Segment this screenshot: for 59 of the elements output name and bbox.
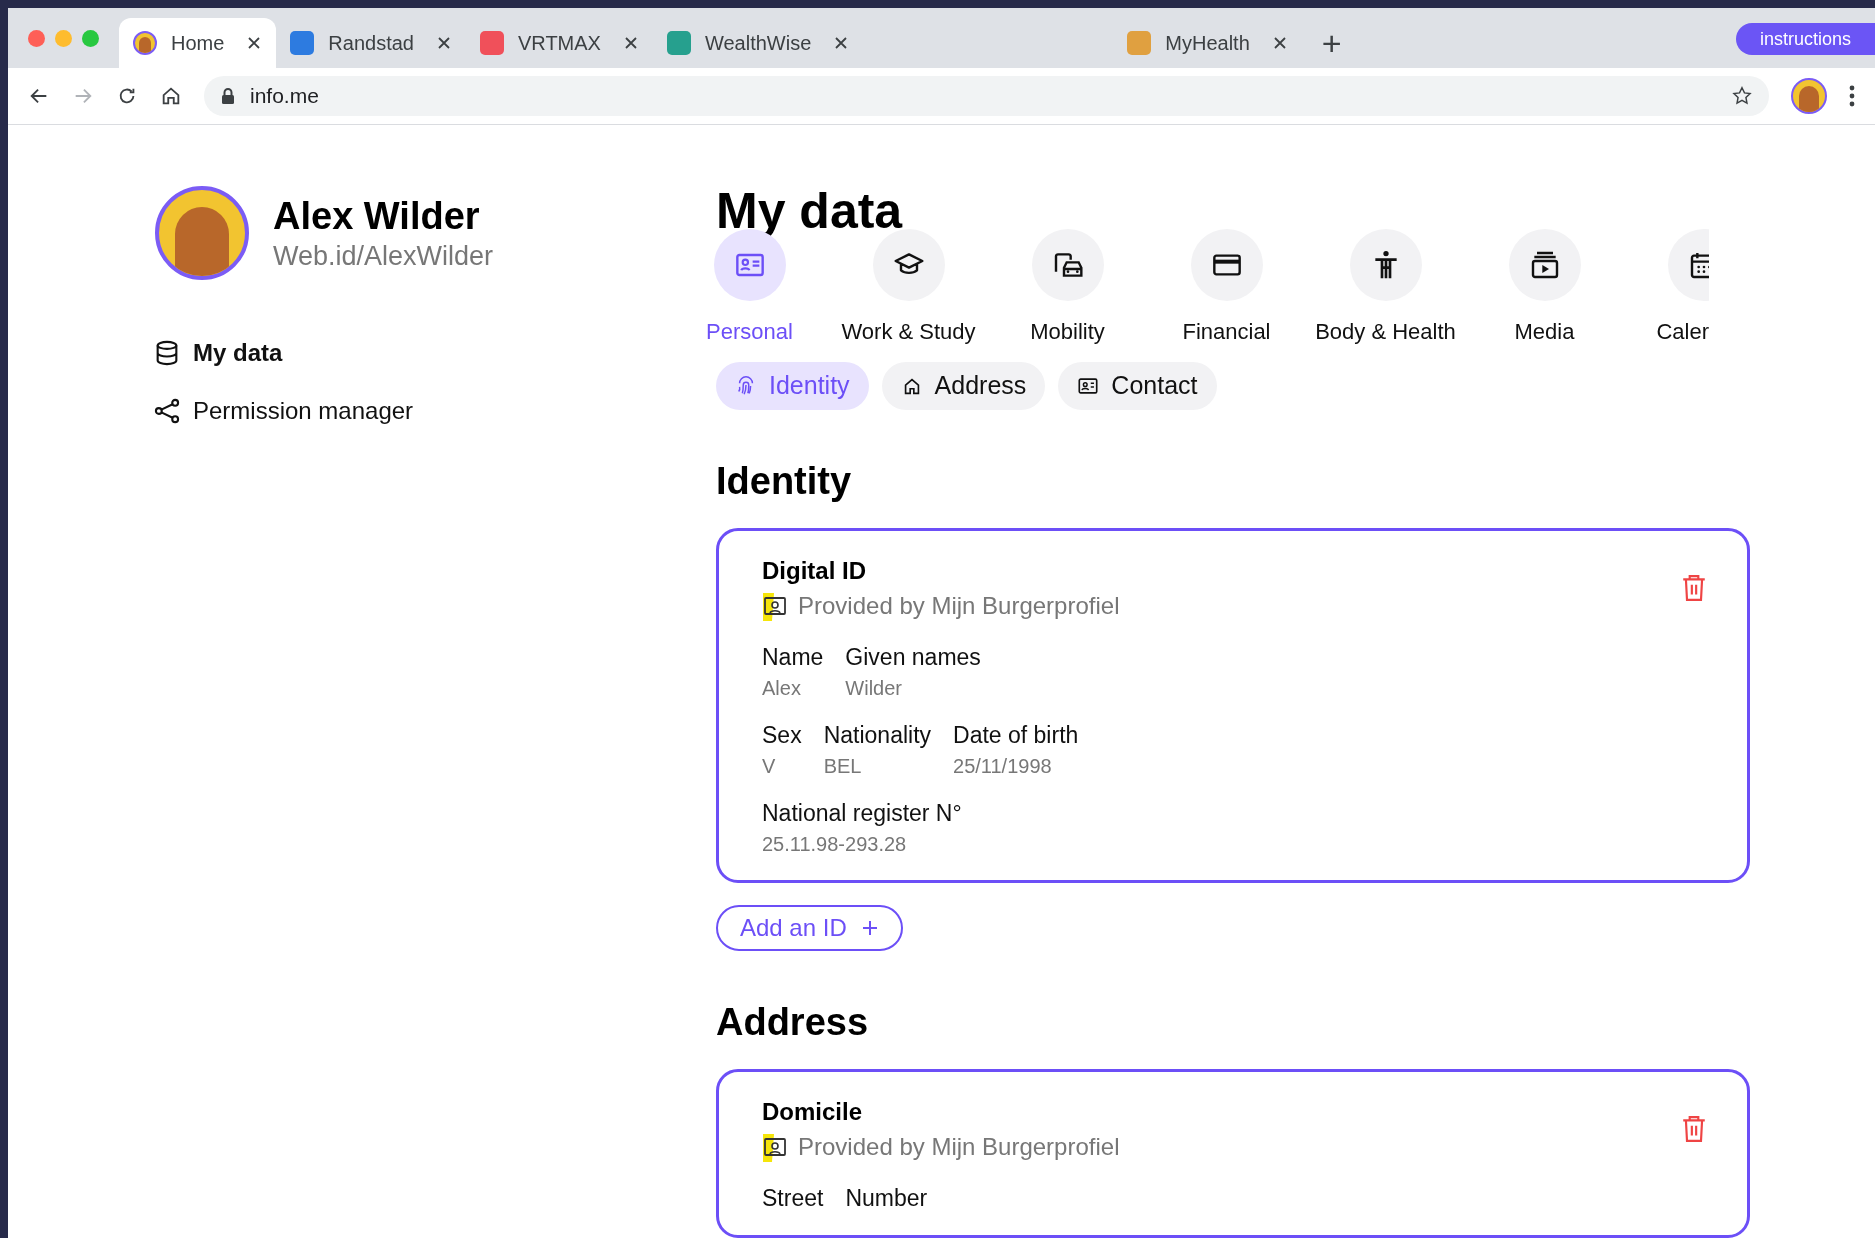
category-tab[interactable]: Caler [1624,229,1709,348]
field-label: Given names [845,643,981,672]
subcategory-tab[interactable]: Address [881,362,1046,410]
dog-avatar [1791,78,1827,114]
add-button[interactable]: Add an ID [716,905,903,951]
section-heading: Address [716,1000,870,1045]
delete-icon[interactable] [1681,574,1707,602]
field-label: Sex [762,721,802,750]
new-tab-button[interactable]: + [1321,18,1342,68]
field-value: Alex [762,676,802,701]
field-label: Name [762,643,824,672]
field-label: Street [762,1184,824,1213]
category-tab[interactable]: Financial [1147,229,1306,348]
browser-tab[interactable]: Randstad [276,18,466,68]
close-icon[interactable] [1271,35,1288,51]
card-title: Domicile [762,1097,864,1127]
close-icon[interactable] [436,35,452,51]
address-bar[interactable]: info.me [204,76,1769,116]
field-label: Number [845,1184,928,1213]
delete-icon[interactable] [1681,1115,1707,1143]
sidebar-item[interactable]: Permission manager [155,393,716,429]
subcategory-tab[interactable]: Contact [1058,362,1217,410]
dog-avatar [133,31,157,55]
plus-icon [860,919,879,937]
url-text: info.me [250,83,320,110]
browser-tab[interactable]: VRTMAX [466,18,653,68]
browser-tab[interactable]: MyHealth [1113,18,1302,68]
field-value: 25.11.98-293.28 [762,832,908,857]
section-heading: Identity [716,459,853,504]
provider-text: Provided by Mijn Burgerprofiel [798,591,1120,621]
category-tab[interactable]: Media [1465,229,1624,348]
field-label: National register N° [762,799,962,828]
provider-text: Provided by Mijn Burgerprofiel [798,1132,1120,1162]
close-icon[interactable] [246,35,263,51]
more-icon[interactable] [1849,85,1855,107]
field-value: V [762,754,777,779]
star-icon[interactable] [1731,85,1753,107]
instructions-button[interactable]: instructions [1735,23,1875,55]
web-id: Web.id/AlexWilder [273,240,494,273]
category-tab[interactable]: Mobility [988,229,1147,348]
subcategory-tab[interactable]: Identity [716,362,869,410]
field-value: 25/11/1998 [953,754,1053,779]
share-icon [153,397,181,425]
lock-icon [220,87,236,105]
profile-name: Alex Wilder [273,194,481,239]
contact-card-icon [1077,375,1100,397]
field-label: Nationality [823,721,932,750]
close-icon[interactable] [622,35,639,51]
card-title: Digital ID [762,556,867,586]
field-label: Date of birth [953,721,1079,750]
close-icon[interactable] [833,35,850,51]
browser-tab[interactable]: WealthWise [652,18,864,68]
home-icon[interactable] [160,85,182,107]
field-value: Wilder [845,676,904,701]
browser-tab[interactable]: Home [119,18,277,68]
field-value: BEL [823,754,863,779]
provider-id-icon [762,591,788,621]
provider-id-icon [762,1132,788,1162]
category-tab[interactable]: Body & Health [1306,229,1465,348]
